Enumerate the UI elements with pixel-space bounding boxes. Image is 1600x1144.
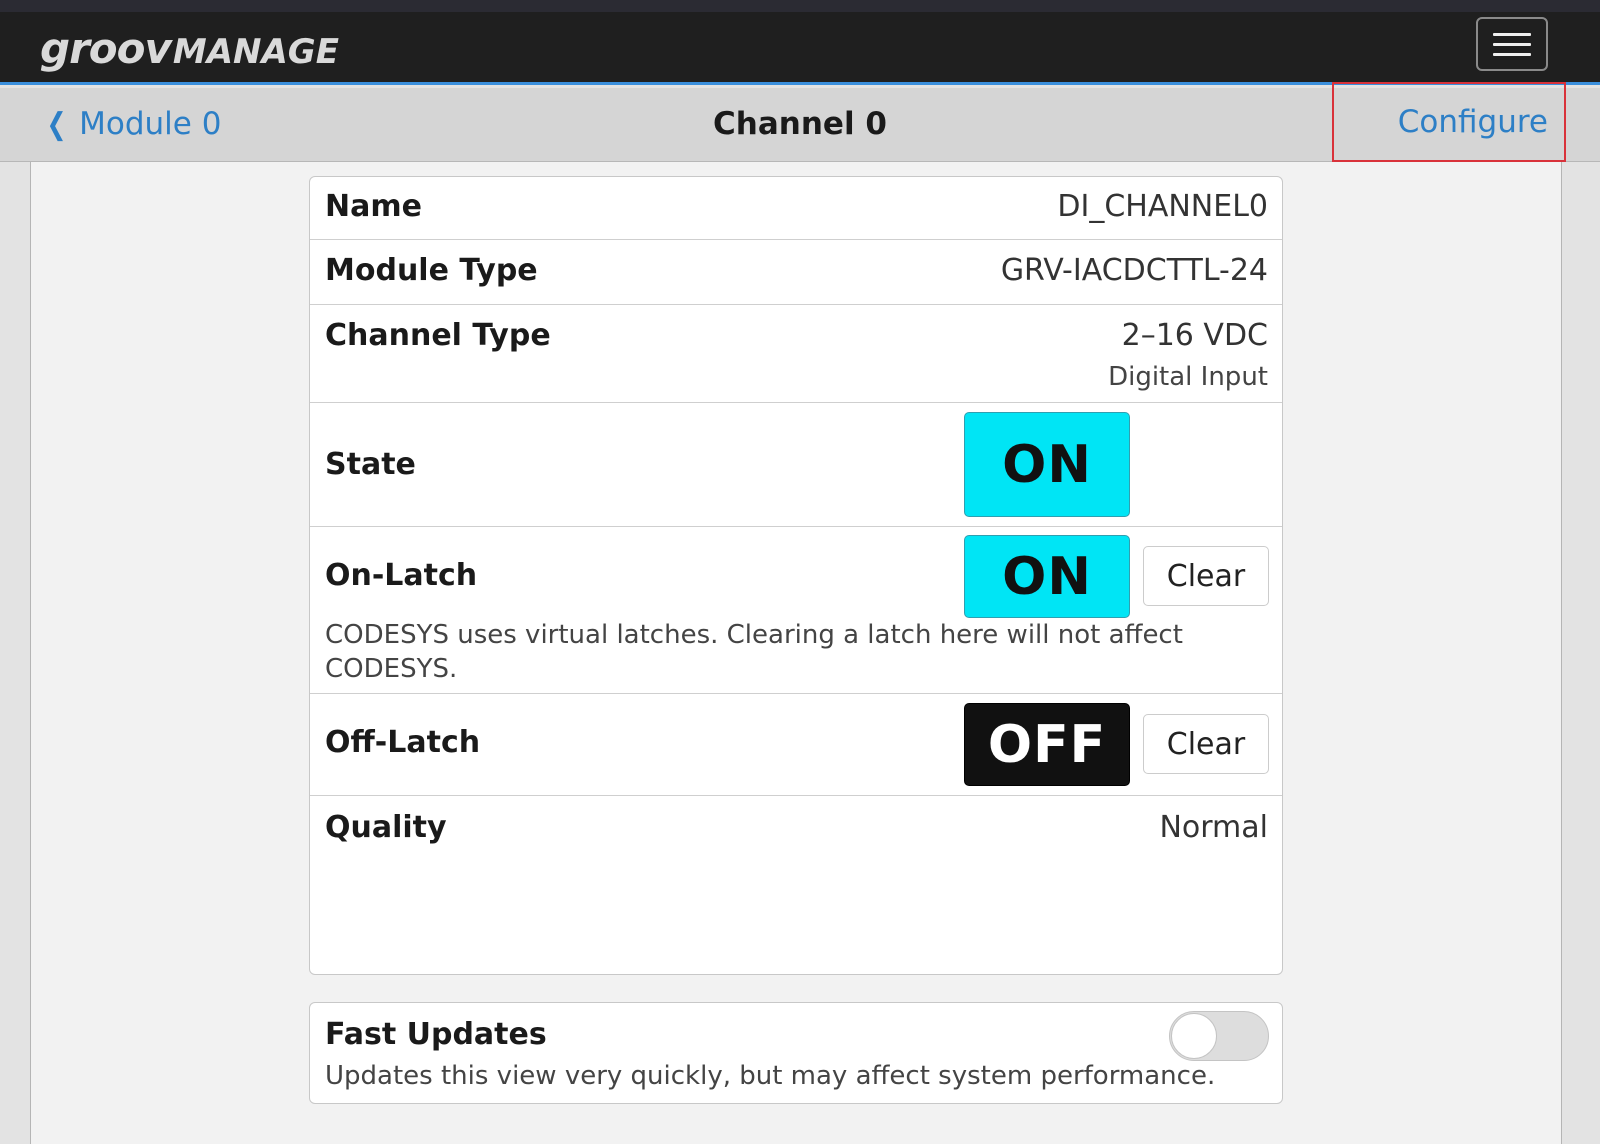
channel-type-row: Channel Type 2–16 VDC Digital Input: [310, 305, 1282, 403]
hamburger-menu-button[interactable]: [1476, 17, 1548, 71]
app-header: groov MANAGE: [0, 12, 1600, 85]
off-latch-row: Off-Latch OFF Clear: [310, 694, 1282, 796]
chevron-left-icon: ❮: [46, 106, 67, 142]
logo-groov-text: groov: [40, 24, 172, 73]
fast-updates-card: Fast Updates Updates this view very quic…: [309, 1002, 1283, 1104]
on-latch-clear-button[interactable]: Clear: [1143, 546, 1269, 606]
off-latch-clear-button[interactable]: Clear: [1143, 714, 1269, 774]
state-label: State: [325, 447, 416, 482]
module-type-row: Module Type GRV-IACDCTTL-24: [310, 240, 1282, 305]
quality-row: Quality Normal: [310, 796, 1282, 974]
hamburger-icon-line: [1493, 52, 1531, 56]
back-to-module-link[interactable]: ❮ Module 0: [44, 104, 222, 144]
state-indicator: ON: [964, 412, 1130, 517]
on-latch-label: On-Latch: [325, 558, 478, 593]
fast-updates-description: Updates this view very quickly, but may …: [325, 1061, 1216, 1091]
name-row: Name DI_CHANNEL0: [310, 177, 1282, 240]
configure-label: Configure: [1397, 104, 1548, 140]
codesys-latch-note: CODESYS uses virtual latches. Clearing a…: [325, 620, 1183, 684]
toggle-knob: [1171, 1013, 1217, 1059]
logo-manage-text: MANAGE: [172, 32, 339, 72]
on-latch-row: On-Latch ON Clear CODESYS uses virtual l…: [310, 527, 1282, 694]
off-latch-indicator: OFF: [964, 703, 1130, 786]
module-type-value: GRV-IACDCTTL-24: [1000, 253, 1268, 288]
configure-link[interactable]: Configure: [1332, 82, 1566, 162]
channel-type-label: Channel Type: [325, 318, 551, 353]
name-value: DI_CHANNEL0: [1057, 189, 1268, 224]
quality-label: Quality: [325, 810, 447, 845]
back-link-label: Module 0: [79, 106, 222, 142]
state-row: State ON: [310, 403, 1282, 527]
hamburger-icon-line: [1493, 32, 1531, 36]
fast-updates-toggle[interactable]: [1169, 1011, 1269, 1061]
off-latch-label: Off-Latch: [325, 725, 481, 760]
name-label: Name: [325, 189, 422, 224]
on-latch-indicator: ON: [964, 535, 1130, 618]
hamburger-icon-line: [1493, 42, 1531, 46]
module-type-label: Module Type: [325, 253, 538, 288]
channel-type-value: 2–16 VDC: [1121, 318, 1268, 353]
quality-value: Normal: [1159, 810, 1268, 845]
fast-updates-label: Fast Updates: [325, 1017, 547, 1052]
channel-details-card: Name DI_CHANNEL0 Module Type GRV-IACDCTT…: [309, 176, 1283, 975]
groov-manage-logo[interactable]: groov MANAGE: [40, 24, 339, 73]
top-strip: [0, 0, 1600, 12]
channel-type-subtext: Digital Input: [1108, 362, 1268, 392]
